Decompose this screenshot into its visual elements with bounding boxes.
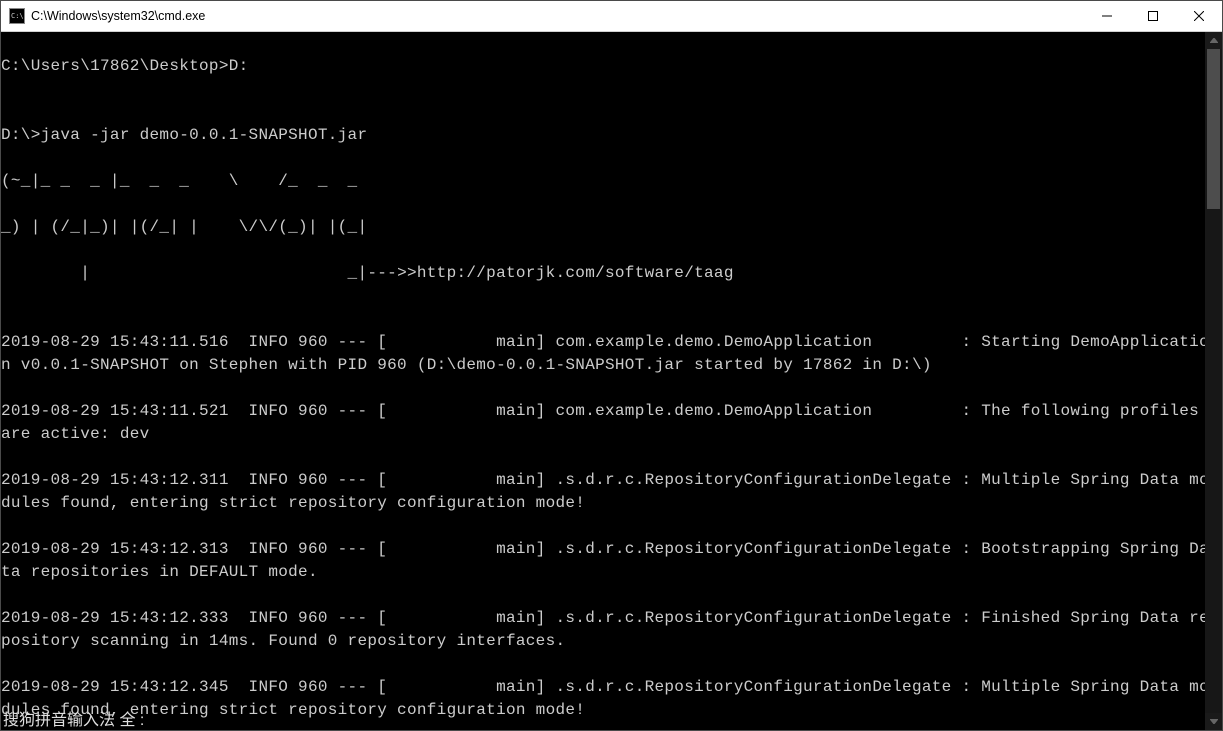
console-line: 2019-08-29 15:43:12.345 INFO 960 --- [ m… [1, 676, 1214, 722]
console-line: 2019-08-29 15:43:12.333 INFO 960 --- [ m… [1, 607, 1214, 653]
vertical-scrollbar[interactable] [1205, 32, 1222, 730]
window-controls [1084, 1, 1222, 31]
titlebar-path: C:\Windows\system32\cmd.exe [31, 9, 1084, 23]
console-area[interactable]: C:\Users\17862\Desktop>D: D:\>java -jar … [1, 32, 1222, 730]
minimize-button[interactable] [1084, 1, 1130, 31]
console-line: | _|--->>http://patorjk.com/software/taa… [1, 262, 1214, 285]
console-line: _) | (/_|_)| |(/_| | \/\/(_)| |(_| [1, 216, 1214, 239]
scroll-up-button[interactable] [1205, 32, 1222, 49]
maximize-icon [1148, 11, 1158, 21]
ime-status: 搜狗拼音输入法 全 : [1, 706, 144, 730]
scrollbar-track[interactable] [1205, 49, 1222, 713]
cmd-window: C:\Windows\system32\cmd.exe C:\Users\178… [0, 0, 1223, 731]
console-line: (~_|_ _ _ |_ _ _ \ /_ _ _ [1, 170, 1214, 193]
console-line: 2019-08-29 15:43:11.521 INFO 960 --- [ m… [1, 400, 1214, 446]
console-line: D:\>java -jar demo-0.0.1-SNAPSHOT.jar [1, 124, 1214, 147]
scrollbar-thumb[interactable] [1207, 49, 1220, 209]
titlebar[interactable]: C:\Windows\system32\cmd.exe [1, 1, 1222, 32]
close-icon [1194, 11, 1204, 21]
console-line: C:\Users\17862\Desktop>D: [1, 55, 1214, 78]
console-line: 2019-08-29 15:43:12.313 INFO 960 --- [ m… [1, 538, 1214, 584]
minimize-icon [1102, 11, 1112, 21]
chevron-up-icon [1210, 38, 1218, 43]
console-line: 2019-08-29 15:43:11.516 INFO 960 --- [ m… [1, 331, 1214, 377]
close-button[interactable] [1176, 1, 1222, 31]
scroll-down-button[interactable] [1205, 713, 1222, 730]
chevron-down-icon [1210, 719, 1218, 724]
console-line: 2019-08-29 15:43:12.311 INFO 960 --- [ m… [1, 469, 1214, 515]
console-output: C:\Users\17862\Desktop>D: D:\>java -jar … [1, 32, 1222, 730]
maximize-button[interactable] [1130, 1, 1176, 31]
cmd-icon [9, 8, 25, 24]
